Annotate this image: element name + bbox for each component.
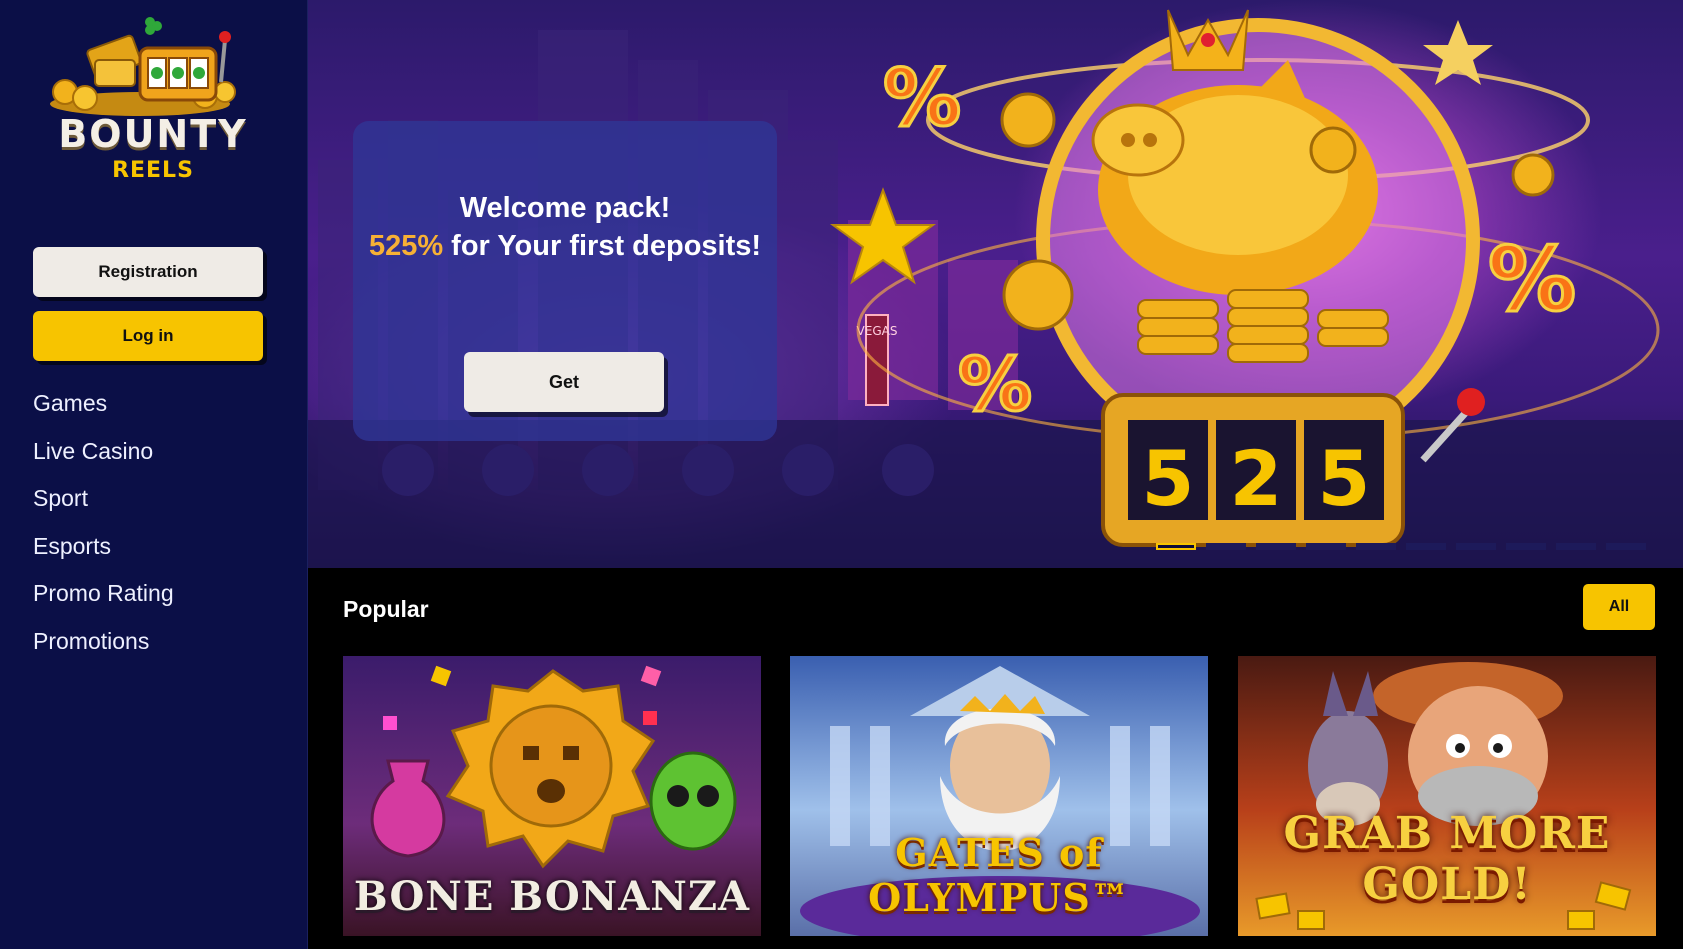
hero-banner[interactable]: VEGAS Welcome pack! 525% for Your first … [308,0,1683,568]
slide-dot-2[interactable] [1206,543,1246,550]
section-title: Popular [343,596,429,622]
slide-dot-3[interactable] [1256,543,1296,550]
promo-title-rest: for Your first deposits! [443,230,762,262]
sidebar: BOUNTY REELS Registration Log in Games L… [0,0,308,949]
game-title: GRAB MORE GOLD! [1283,808,1611,910]
logo-text-reels: REELS [112,158,194,183]
nav-item-sport[interactable]: Sport [33,481,174,529]
logo[interactable]: BOUNTY REELS [45,12,255,183]
main-nav: Games Live Casino Sport Esports Promo Ra… [33,386,174,672]
game-title: BONE BONANZA [353,873,751,920]
slot-reel-1: 5 [1142,434,1195,523]
percent-badge-2: % [1488,228,1576,331]
slide-dot-7[interactable] [1456,543,1496,550]
game-title: GATES of OLYMPUS™ [868,830,1130,920]
promo-percentage: 525% [368,230,444,262]
slide-dot-6[interactable] [1406,543,1446,550]
nav-item-promo-rating[interactable]: Promo Rating [33,576,174,624]
login-button[interactable]: Log in [33,311,263,361]
slide-dot-9[interactable] [1556,543,1596,550]
popular-games-section: Popular All BONE BONANZA GATES of OLYMPU… [308,568,1683,949]
nav-item-promotions[interactable]: Promotions [33,624,174,672]
piggy-bank-slot-illustration: 5 2 5 % % % [829,9,1660,547]
slide-dot-10[interactable] [1606,543,1646,550]
game-card-grab-more-gold[interactable]: GRAB MORE GOLD! [1238,656,1656,936]
nav-item-esports[interactable]: Esports [33,529,174,577]
slide-dot-1[interactable] [1156,543,1196,550]
nav-item-live-casino[interactable]: Live Casino [33,434,174,482]
slide-dot-8[interactable] [1506,543,1546,550]
game-card-gates-of-olympus[interactable]: GATES of OLYMPUS™ [790,656,1208,936]
get-bonus-button[interactable]: Get [464,352,664,412]
registration-button[interactable]: Registration [33,247,263,297]
promo-title-line1: Welcome pack! [459,192,671,224]
view-all-button[interactable]: All [1583,584,1655,630]
slot-reel-3: 5 [1318,434,1371,523]
nav-item-games[interactable]: Games [33,386,174,434]
percent-badge-3: % [958,342,1032,428]
logo-slot-machine-icon [50,17,236,116]
slide-dot-5[interactable] [1356,543,1396,550]
slide-dot-4[interactable] [1306,543,1346,550]
game-card-bone-bonanza[interactable]: BONE BONANZA [343,656,761,936]
slider-pagination [1156,543,1646,550]
slot-reel-2: 2 [1230,434,1283,523]
logo-text-bounty: BOUNTY [58,112,248,156]
promo-title: Welcome pack! 525% for Your first deposi… [353,189,777,265]
percent-badge-1: % [883,54,961,144]
welcome-promo-card: Welcome pack! 525% for Your first deposi… [353,121,777,441]
